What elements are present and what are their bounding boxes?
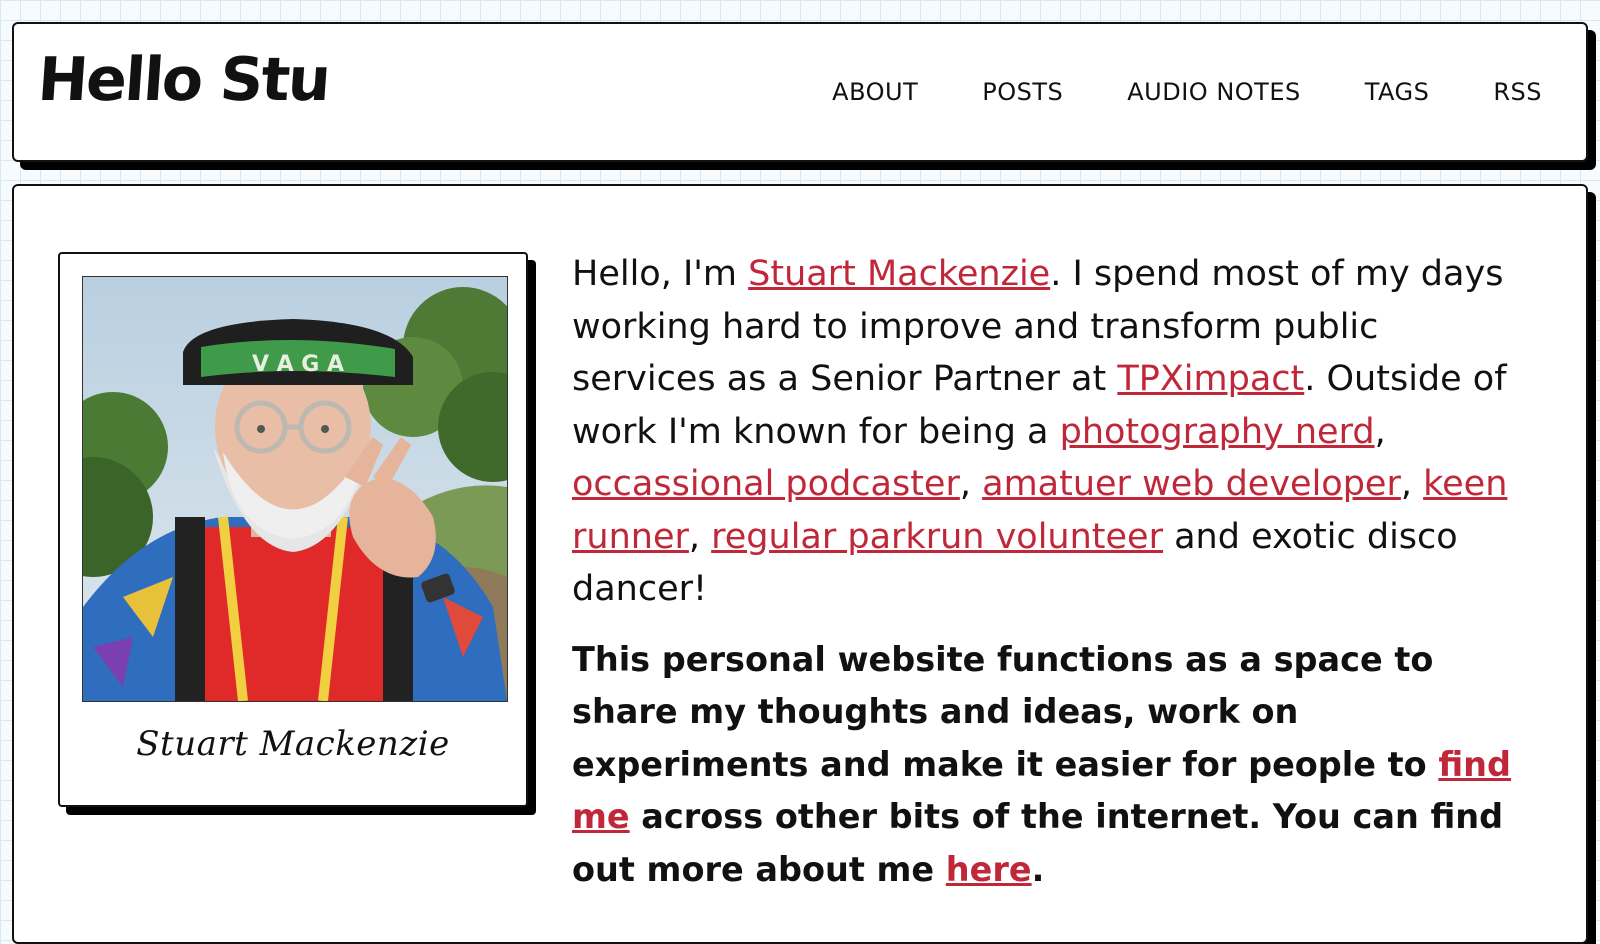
bio-separator: , (688, 516, 712, 557)
nav-rss[interactable]: RSS (1493, 78, 1542, 106)
link-parkrun-volunteer[interactable]: regular parkrun volunteer (711, 517, 1163, 557)
link-photography-nerd[interactable]: photography nerd (1060, 412, 1375, 452)
cap-text: V A G A (252, 352, 344, 377)
main-nav: ABOUT POSTS AUDIO NOTES TAGS RSS (832, 78, 1542, 106)
site-header: Hello Stu ABOUT POSTS AUDIO NOTES TAGS R… (12, 22, 1588, 162)
nav-tags[interactable]: TAGS (1365, 78, 1430, 106)
bio-text: . (1031, 849, 1045, 889)
bio-intro: Hello, I'm Stuart Mackenzie. I spend mos… (572, 248, 1532, 616)
nav-about[interactable]: ABOUT (832, 78, 918, 106)
site-logo[interactable]: Hello Stu (36, 45, 332, 115)
bio-section: Hello, I'm Stuart Mackenzie. I spend mos… (572, 248, 1532, 896)
bio-separator: , (1374, 411, 1386, 452)
bio-purpose: This personal website functions as a spa… (572, 634, 1532, 897)
nav-audio-notes[interactable]: AUDIO NOTES (1127, 78, 1300, 106)
link-stuart-mackenzie[interactable]: Stuart Mackenzie (748, 254, 1050, 294)
profile-caption: Stuart Mackenzie (136, 724, 450, 764)
bio-separator: , (1400, 464, 1424, 504)
nav-posts[interactable]: POSTS (982, 78, 1063, 106)
link-tpximpact[interactable]: TPXimpact (1117, 359, 1304, 399)
link-about-here[interactable]: here (946, 850, 1032, 889)
profile-polaroid: V A G A Stuart Mackenzie (58, 252, 528, 807)
bio-separator: , (959, 464, 983, 504)
bio-text: Hello, I'm (572, 254, 749, 294)
main-content: V A G A Stuart Mackenzie Hello, I'm Stua… (12, 184, 1588, 944)
bio-text: This personal website functions as a spa… (572, 639, 1439, 784)
link-podcaster[interactable]: occassional podcaster (572, 464, 960, 504)
link-web-developer[interactable]: amatuer web developer (982, 464, 1401, 504)
profile-photo: V A G A (82, 276, 508, 702)
